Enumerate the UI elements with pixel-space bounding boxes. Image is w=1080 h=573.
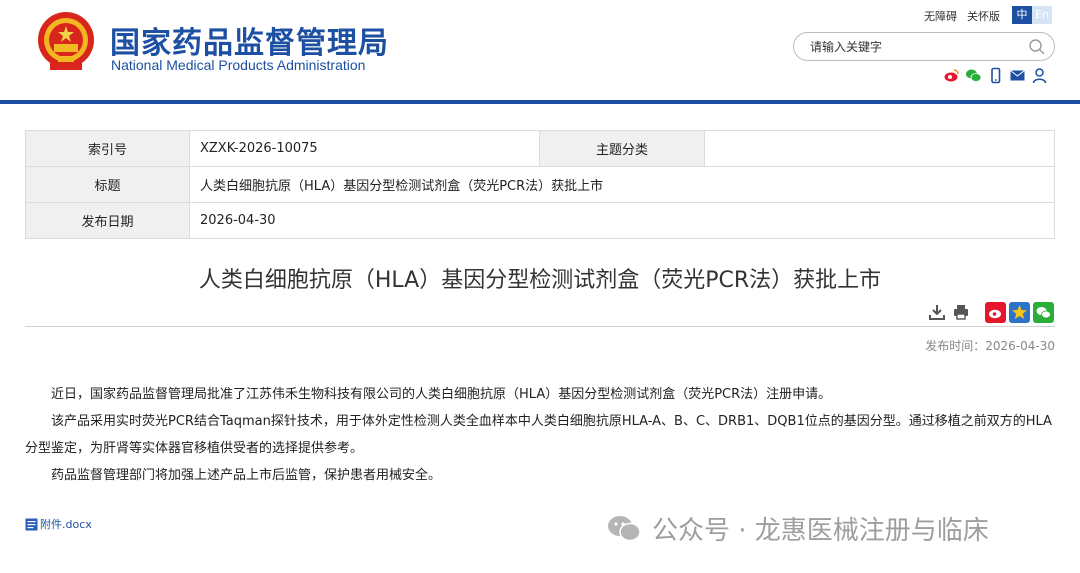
search-icon[interactable] bbox=[1028, 38, 1046, 56]
article-title: 人类白细胞抗原（HLA）基因分型检测试剂盒（荧光PCR法）获批上市 bbox=[198, 268, 882, 293]
wechat-icon[interactable] bbox=[965, 67, 982, 84]
download-icon[interactable] bbox=[928, 303, 946, 321]
language-switch: 中 En bbox=[1012, 6, 1052, 24]
lang-en-button[interactable]: En bbox=[1032, 6, 1052, 24]
site-title-en[interactable]: National Medical Products Administration bbox=[111, 57, 365, 73]
share-weibo-icon[interactable] bbox=[985, 302, 1006, 323]
index-value: XZXK-2026-10075 bbox=[189, 130, 540, 167]
site-header: 国家药品监督管理局 National Medical Products Admi… bbox=[0, 0, 1080, 100]
table-row: 索引号 XZXK-2026-10075 主题分类 bbox=[25, 130, 1055, 167]
mail-icon[interactable] bbox=[1009, 67, 1026, 84]
table-row: 标题 人类白细胞抗原（HLA）基因分型检测试剂盒（荧光PCR法）获批上市 bbox=[25, 166, 1055, 203]
mobile-icon[interactable] bbox=[987, 67, 1004, 84]
wechat-watermark-icon bbox=[608, 515, 641, 541]
site-title-cn[interactable]: 国家药品监督管理局 bbox=[110, 18, 389, 62]
share-buttons bbox=[985, 302, 1054, 323]
category-label: 主题分类 bbox=[539, 130, 705, 167]
share-favorite-icon[interactable] bbox=[1009, 302, 1030, 323]
metadata-table: 索引号 XZXK-2026-10075 主题分类 标题 人类白细胞抗原（HLA）… bbox=[25, 130, 1055, 239]
watermark: 公众号 · 龙惠医械注册与临床 bbox=[606, 510, 989, 547]
print-icon[interactable] bbox=[952, 303, 970, 321]
lang-cn-button[interactable]: 中 bbox=[1012, 6, 1032, 24]
top-links: 无障碍 关怀版 bbox=[924, 8, 1010, 24]
title-value: 人类白细胞抗原（HLA）基因分型检测试剂盒（荧光PCR法）获批上市 bbox=[189, 166, 1055, 203]
index-label: 索引号 bbox=[25, 130, 190, 167]
care-mode-link[interactable]: 关怀版 bbox=[967, 10, 1000, 23]
doc-file-icon bbox=[25, 518, 38, 530]
accessibility-link[interactable]: 无障碍 bbox=[924, 10, 957, 23]
article-tools bbox=[928, 303, 970, 321]
paragraph: 药品监督管理部门将加强上述产品上市后监管，保护患者用械安全。 bbox=[51, 468, 442, 483]
search-input[interactable] bbox=[810, 38, 1010, 56]
national-emblem-icon bbox=[38, 12, 94, 70]
article-body: 近日，国家药品监督管理局批准了江苏伟禾生物科技有限公司的人类白细胞抗原（HLA）… bbox=[25, 381, 1055, 489]
paragraph: 该产品采用实时荧光PCR结合Taqman探针技术，用于体外定性检测人类全血样本中… bbox=[25, 414, 1052, 456]
header-divider bbox=[0, 100, 1080, 104]
title-label: 标题 bbox=[25, 166, 190, 203]
watermark-text: 公众号 · 龙惠医械注册与临床 bbox=[652, 516, 989, 546]
user-icon[interactable] bbox=[1031, 67, 1048, 84]
attachment-link[interactable]: 附件.docx bbox=[25, 516, 92, 532]
attachment-label[interactable]: 附件.docx bbox=[40, 516, 92, 532]
share-wechat-icon[interactable] bbox=[1033, 302, 1054, 323]
date-label: 发布日期 bbox=[25, 202, 190, 239]
social-links bbox=[943, 67, 1048, 84]
table-row: 发布日期 2026-04-30 bbox=[25, 202, 1055, 239]
publish-time: 发布时间：2026-04-30 bbox=[925, 339, 1055, 353]
title-divider bbox=[25, 326, 1055, 327]
search-box bbox=[793, 32, 1055, 61]
paragraph: 近日，国家药品监督管理局批准了江苏伟禾生物科技有限公司的人类白细胞抗原（HLA）… bbox=[51, 387, 832, 402]
date-value: 2026-04-30 bbox=[189, 202, 1055, 239]
weibo-icon[interactable] bbox=[943, 67, 960, 84]
category-value bbox=[704, 130, 1055, 167]
